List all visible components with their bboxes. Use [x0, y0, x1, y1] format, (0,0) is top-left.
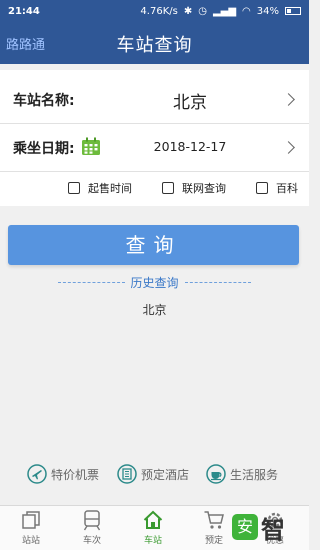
service-label: 预定酒店: [141, 467, 190, 482]
signal-icon: ▂▄▆: [212, 5, 237, 17]
status-indicators: 4.76K/s ✱ ◷ ▂▄▆ ◠ 34%: [140, 6, 301, 17]
history-item[interactable]: 北京: [0, 301, 309, 318]
service-cheap-flights[interactable]: 特价机票: [27, 464, 99, 484]
date-value[interactable]: 2018-12-17: [120, 139, 260, 154]
tab-station[interactable]: 车站: [133, 509, 173, 546]
services-bar: 特价机票 预定酒店 生活服务: [0, 464, 309, 490]
station-label: 车站名称:: [13, 93, 75, 109]
query-button[interactable]: 查询: [8, 225, 299, 265]
tab-label: 车次: [82, 536, 101, 546]
tab-label: 车站: [143, 536, 162, 546]
divider: [58, 281, 125, 283]
train-icon: [83, 510, 101, 531]
divider: [184, 281, 252, 283]
history-header: 历史查询: [58, 273, 252, 291]
battery-level: 34%: [256, 5, 279, 17]
tab-label: 站站: [21, 536, 40, 546]
option-sale-time[interactable]: 起售时间: [68, 180, 132, 196]
query-options: 起售时间 联网查询 百科: [0, 174, 309, 202]
tab-booking[interactable]: 预定: [194, 509, 234, 546]
shopping-bag-icon: 安: [232, 514, 258, 540]
title-bar: 路路通 车站查询: [0, 22, 309, 64]
calendar-icon[interactable]: [81, 137, 101, 156]
alarm-icon: ◷: [198, 5, 207, 17]
wifi-icon: ◠: [242, 5, 251, 17]
query-form: 车站名称: 北京 乘坐日期: 2018-12-17 起售时间 联网查询 百科: [0, 70, 309, 206]
checkbox[interactable]: [68, 182, 80, 194]
watermark-brand: 智: [261, 515, 285, 544]
copy-icon: [22, 511, 40, 529]
service-label: 特价机票: [51, 467, 100, 482]
tab-label: 预定: [204, 536, 223, 546]
option-label: 联网查询: [182, 182, 226, 195]
battery-icon: [285, 7, 301, 15]
tab-station-to-station[interactable]: 站站: [11, 509, 51, 546]
chevron-right-icon: [282, 141, 295, 154]
station-value[interactable]: 北京: [120, 88, 260, 113]
bluetooth-icon: ✱: [183, 5, 193, 17]
date-row[interactable]: 乘坐日期: 2018-12-17: [0, 124, 309, 172]
hotel-icon: [117, 464, 137, 484]
tab-train-number[interactable]: 车次: [72, 509, 112, 546]
service-hotel[interactable]: 预定酒店: [117, 464, 189, 484]
option-online-query[interactable]: 联网查询: [162, 180, 226, 196]
history-title: 历史查询: [130, 275, 179, 290]
service-life[interactable]: 生活服务: [206, 464, 278, 484]
option-label: 起售时间: [88, 182, 132, 195]
airplane-icon: [27, 464, 47, 484]
checkbox[interactable]: [162, 182, 174, 194]
status-bar: 21:44 4.76K/s ✱ ◷ ▂▄▆ ◠ 34%: [0, 0, 309, 22]
service-label: 生活服务: [230, 467, 279, 482]
checkbox[interactable]: [256, 182, 268, 194]
anzhi-watermark: 安 智: [232, 506, 307, 548]
chevron-right-icon: [282, 93, 295, 106]
clock: 21:44: [8, 5, 40, 17]
option-encyclopedia[interactable]: 百科: [256, 180, 298, 196]
page-title: 车站查询: [116, 35, 193, 56]
date-label: 乘坐日期:: [13, 141, 75, 157]
option-label: 百科: [276, 182, 298, 195]
station-row[interactable]: 车站名称: 北京: [0, 76, 309, 124]
network-speed: 4.76K/s: [140, 5, 178, 17]
cart-icon: [204, 511, 224, 529]
home-icon: [143, 510, 163, 529]
coffee-cup-icon: [206, 464, 226, 484]
